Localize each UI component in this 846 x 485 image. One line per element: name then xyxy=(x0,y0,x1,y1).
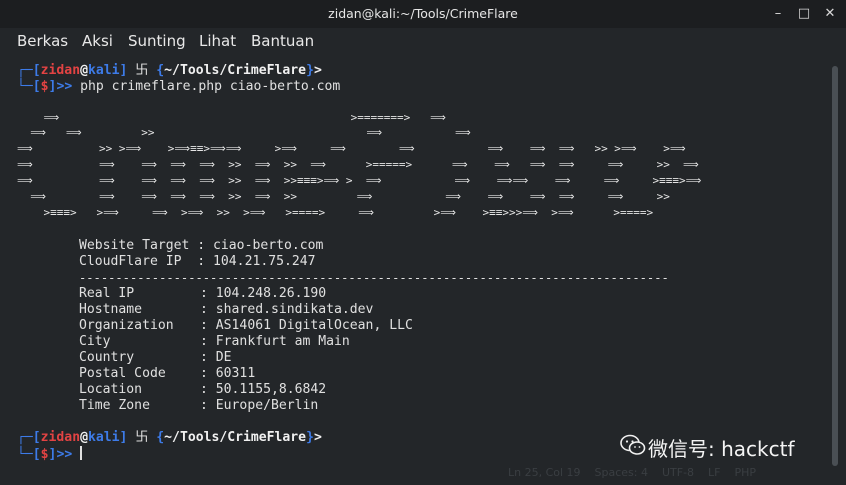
watermark-text: 微信号: hackctf xyxy=(648,437,795,461)
info-row: Country: DE xyxy=(79,350,232,365)
input-line[interactable]: └─[$]>> xyxy=(17,446,83,463)
menu-aksi[interactable]: Aksi xyxy=(82,32,113,50)
ascii-art-line: ⟹ ⟹ >> ⟹ ⟹ xyxy=(17,126,471,139)
info-row: Postal Code: 60311 xyxy=(79,366,256,381)
ascii-art-line: ⟹ ⟹ ⟹ ⟹ ⟹ >> ⟹ >>≡≡≡>⟹ > ⟹ ⟹ ⟹⟹ ⟹ ⟹ >≡≡≡… xyxy=(17,174,702,187)
prompt-path: ~/Tools/CrimeFlare xyxy=(164,430,307,445)
minimize-button[interactable]: – xyxy=(770,6,786,22)
info-label: Real IP xyxy=(79,286,135,301)
website-target-row: Website Target : ciao-berto.com xyxy=(79,238,324,253)
terminal-area[interactable]: ┌─[zidan@kali] 卐 {~/Tools/CrimeFlare}> └… xyxy=(0,56,846,485)
info-value: 50.1155,8.6842 xyxy=(215,382,327,397)
info-label: Hostname xyxy=(79,302,143,317)
prompt-path: ~/Tools/CrimeFlare xyxy=(164,63,307,78)
menu-bantuan[interactable]: Bantuan xyxy=(251,32,314,50)
ascii-art-line: ⟹ >=======> ⟹ xyxy=(17,111,446,124)
status-bar-ghost: Ln 25, Col 19 Spaces: 4 UTF-8 LF PHP xyxy=(508,466,757,479)
prompt-at: @ xyxy=(80,430,88,445)
info-row: City: Frankfurt am Main xyxy=(79,334,350,349)
info-row: Hostname: shared.sindikata.dev xyxy=(79,302,374,317)
info-row: Organization: AS14061 DigitalOcean, LLC xyxy=(79,318,413,333)
cloudflare-ip-label: CloudFlare IP xyxy=(79,254,182,269)
separator-line: ----------------------------------------… xyxy=(79,271,669,285)
prompt-symbol: 卐 xyxy=(135,63,149,78)
terminal-window: zidan@kali:~/Tools/CrimeFlare – □ ✕ Berk… xyxy=(0,0,846,485)
info-row: Time Zone: Europe/Berlin xyxy=(79,398,319,413)
prompt-arrows: >> xyxy=(56,447,73,462)
menu-lihat[interactable]: Lihat xyxy=(199,32,236,50)
prompt-symbol: 卐 xyxy=(135,430,149,445)
prompt-host: kali xyxy=(87,430,120,445)
website-target-label: Website Target xyxy=(79,238,190,253)
info-value: shared.sindikata.dev xyxy=(215,302,374,317)
info-label: Time Zone xyxy=(79,398,150,413)
prompt-at: @ xyxy=(80,63,88,78)
info-label: Organization xyxy=(79,318,174,333)
ascii-art-line: ⟹ ⟹ ⟹ ⟹ ⟹ >> ⟹ >> ⟹ ⟹ ⟹ ⟹ ⟹ ⟹ >> xyxy=(17,190,670,203)
prompt-dollar: $ xyxy=(40,447,49,462)
menu-berkas[interactable]: Berkas xyxy=(17,32,68,50)
prompt-user: zidan xyxy=(40,430,81,445)
prompt-user: zidan xyxy=(40,63,81,78)
close-button[interactable]: ✕ xyxy=(822,6,838,22)
prompt-line-2: ┌─[zidan@kali] 卐 {~/Tools/CrimeFlare}> xyxy=(17,430,322,445)
prompt-arrows: >> xyxy=(56,79,73,94)
info-row: Location: 50.1155,8.6842 xyxy=(79,382,327,397)
command-text: php crimeflare.php ciao-berto.com xyxy=(80,79,341,94)
info-value: 104.248.26.190 xyxy=(215,286,327,301)
text-cursor xyxy=(80,446,83,460)
info-row: Real IP: 104.248.26.190 xyxy=(79,286,327,301)
maximize-button[interactable]: □ xyxy=(796,6,812,22)
prompt-line-1: ┌─[zidan@kali] 卐 {~/Tools/CrimeFlare}> xyxy=(17,63,322,78)
prompt-host: kali xyxy=(87,63,120,78)
ascii-art-line: >≡≡≡> >⟹ ⟹ >⟹ >> >⟹ >====> ⟹ >⟹ >≡≡>>>⟹ … xyxy=(17,206,654,219)
menu-sunting[interactable]: Sunting xyxy=(128,32,186,50)
window-title: zidan@kali:~/Tools/CrimeFlare xyxy=(328,6,518,21)
menu-bar: Berkas Aksi Sunting Lihat Bantuan xyxy=(0,28,846,56)
scrollbar-thumb[interactable] xyxy=(832,66,838,466)
info-value: 60311 xyxy=(215,366,256,381)
info-value: DE xyxy=(215,350,232,365)
website-target-value: ciao-berto.com xyxy=(213,238,324,253)
info-label: City xyxy=(79,334,111,349)
wechat-icon xyxy=(620,434,646,455)
ascii-art-line: ⟹ >> >⟹ >⟹≡≡>⟹⟹ >⟹ ⟹ ⟹ ⟹ ⟹ ⟹ >> >⟹ >⟹ xyxy=(17,142,686,155)
cloudflare-ip-value: 104.21.75.247 xyxy=(213,254,316,269)
info-value: Europe/Berlin xyxy=(215,398,319,413)
cloudflare-ip-row: CloudFlare IP : 104.21.75.247 xyxy=(79,254,316,269)
info-label: Country xyxy=(79,350,135,365)
info-value: AS14061 DigitalOcean, LLC xyxy=(215,318,413,333)
info-label: Postal Code xyxy=(79,366,166,381)
command-line: └─[$]>> php crimeflare.php ciao-berto.co… xyxy=(17,79,341,94)
ascii-art-line: ⟹ ⟹ ⟹ ⟹ ⟹ >> ⟹ >> ⟹ >=====> ⟹ ⟹ ⟹ ⟹ ⟹ >>… xyxy=(17,158,699,171)
prompt-dollar: $ xyxy=(40,79,49,94)
info-value: Frankfurt am Main xyxy=(215,334,350,349)
info-label: Location xyxy=(79,382,143,397)
title-bar: zidan@kali:~/Tools/CrimeFlare – □ ✕ xyxy=(0,0,846,28)
